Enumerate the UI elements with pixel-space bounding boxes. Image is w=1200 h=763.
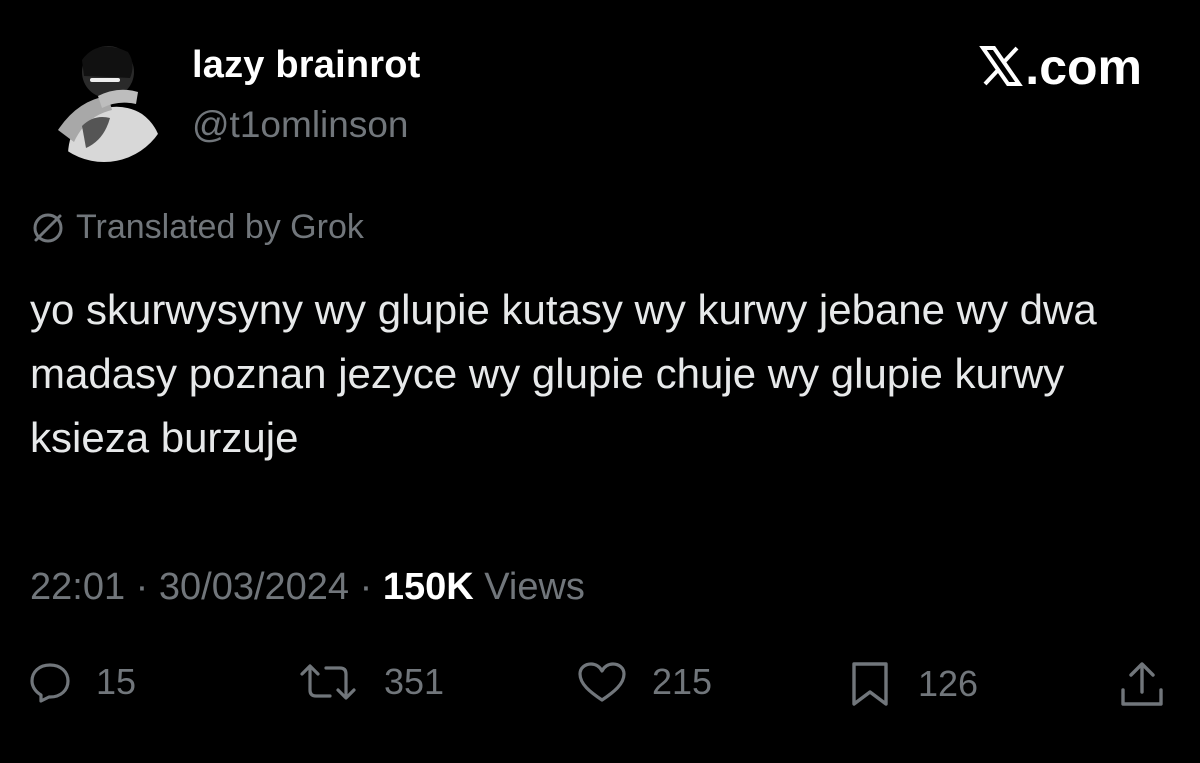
repost-icon — [300, 664, 356, 700]
translation-notice[interactable]: Translated by Grok — [30, 208, 364, 247]
repost-count: 351 — [384, 661, 445, 702]
share-button[interactable] — [1118, 660, 1190, 710]
bookmark-button[interactable]: 126 — [846, 660, 978, 708]
display-name[interactable]: lazy brainrot — [192, 44, 421, 87]
like-button[interactable]: 215 — [576, 660, 712, 704]
user-handle[interactable]: @t1omlinson — [192, 104, 409, 146]
heart-icon — [578, 662, 626, 702]
site-name: .com — [1025, 39, 1142, 95]
reply-count: 15 — [96, 661, 137, 702]
globe-slash-icon — [33, 213, 63, 242]
like-count: 215 — [652, 661, 713, 702]
tweet-text: yo skurwysyny wy glupie kutasy wy kurwy … — [30, 286, 1097, 461]
bookmark-count: 126 — [918, 663, 979, 704]
tweet-time[interactable]: 22:01 — [30, 566, 125, 608]
x-logo-icon — [979, 46, 1024, 86]
meta-separator: · — [125, 566, 159, 608]
repost-button[interactable]: 351 — [296, 660, 444, 704]
tweet-meta: 22:01 · 30/03/2024 · 150K Views — [30, 566, 585, 609]
reply-button[interactable]: 15 — [28, 660, 136, 704]
views-label: Views — [473, 566, 585, 608]
reply-icon — [30, 663, 70, 703]
action-bar: 15 351 215 126 — [0, 660, 1200, 730]
tweet-card: lazy brainrot @t1omlinson .com Translate… — [0, 0, 1200, 763]
avatar-image — [38, 30, 170, 162]
meta-separator: · — [349, 566, 383, 608]
bookmark-icon — [852, 662, 888, 706]
tweet-date[interactable]: 30/03/2024 — [159, 566, 349, 608]
views-count[interactable]: 150K — [383, 566, 474, 608]
x-com-watermark: .com — [979, 38, 1142, 96]
translation-label: Translated by Grok — [76, 208, 364, 246]
share-icon — [1121, 662, 1163, 706]
avatar[interactable] — [38, 30, 170, 162]
